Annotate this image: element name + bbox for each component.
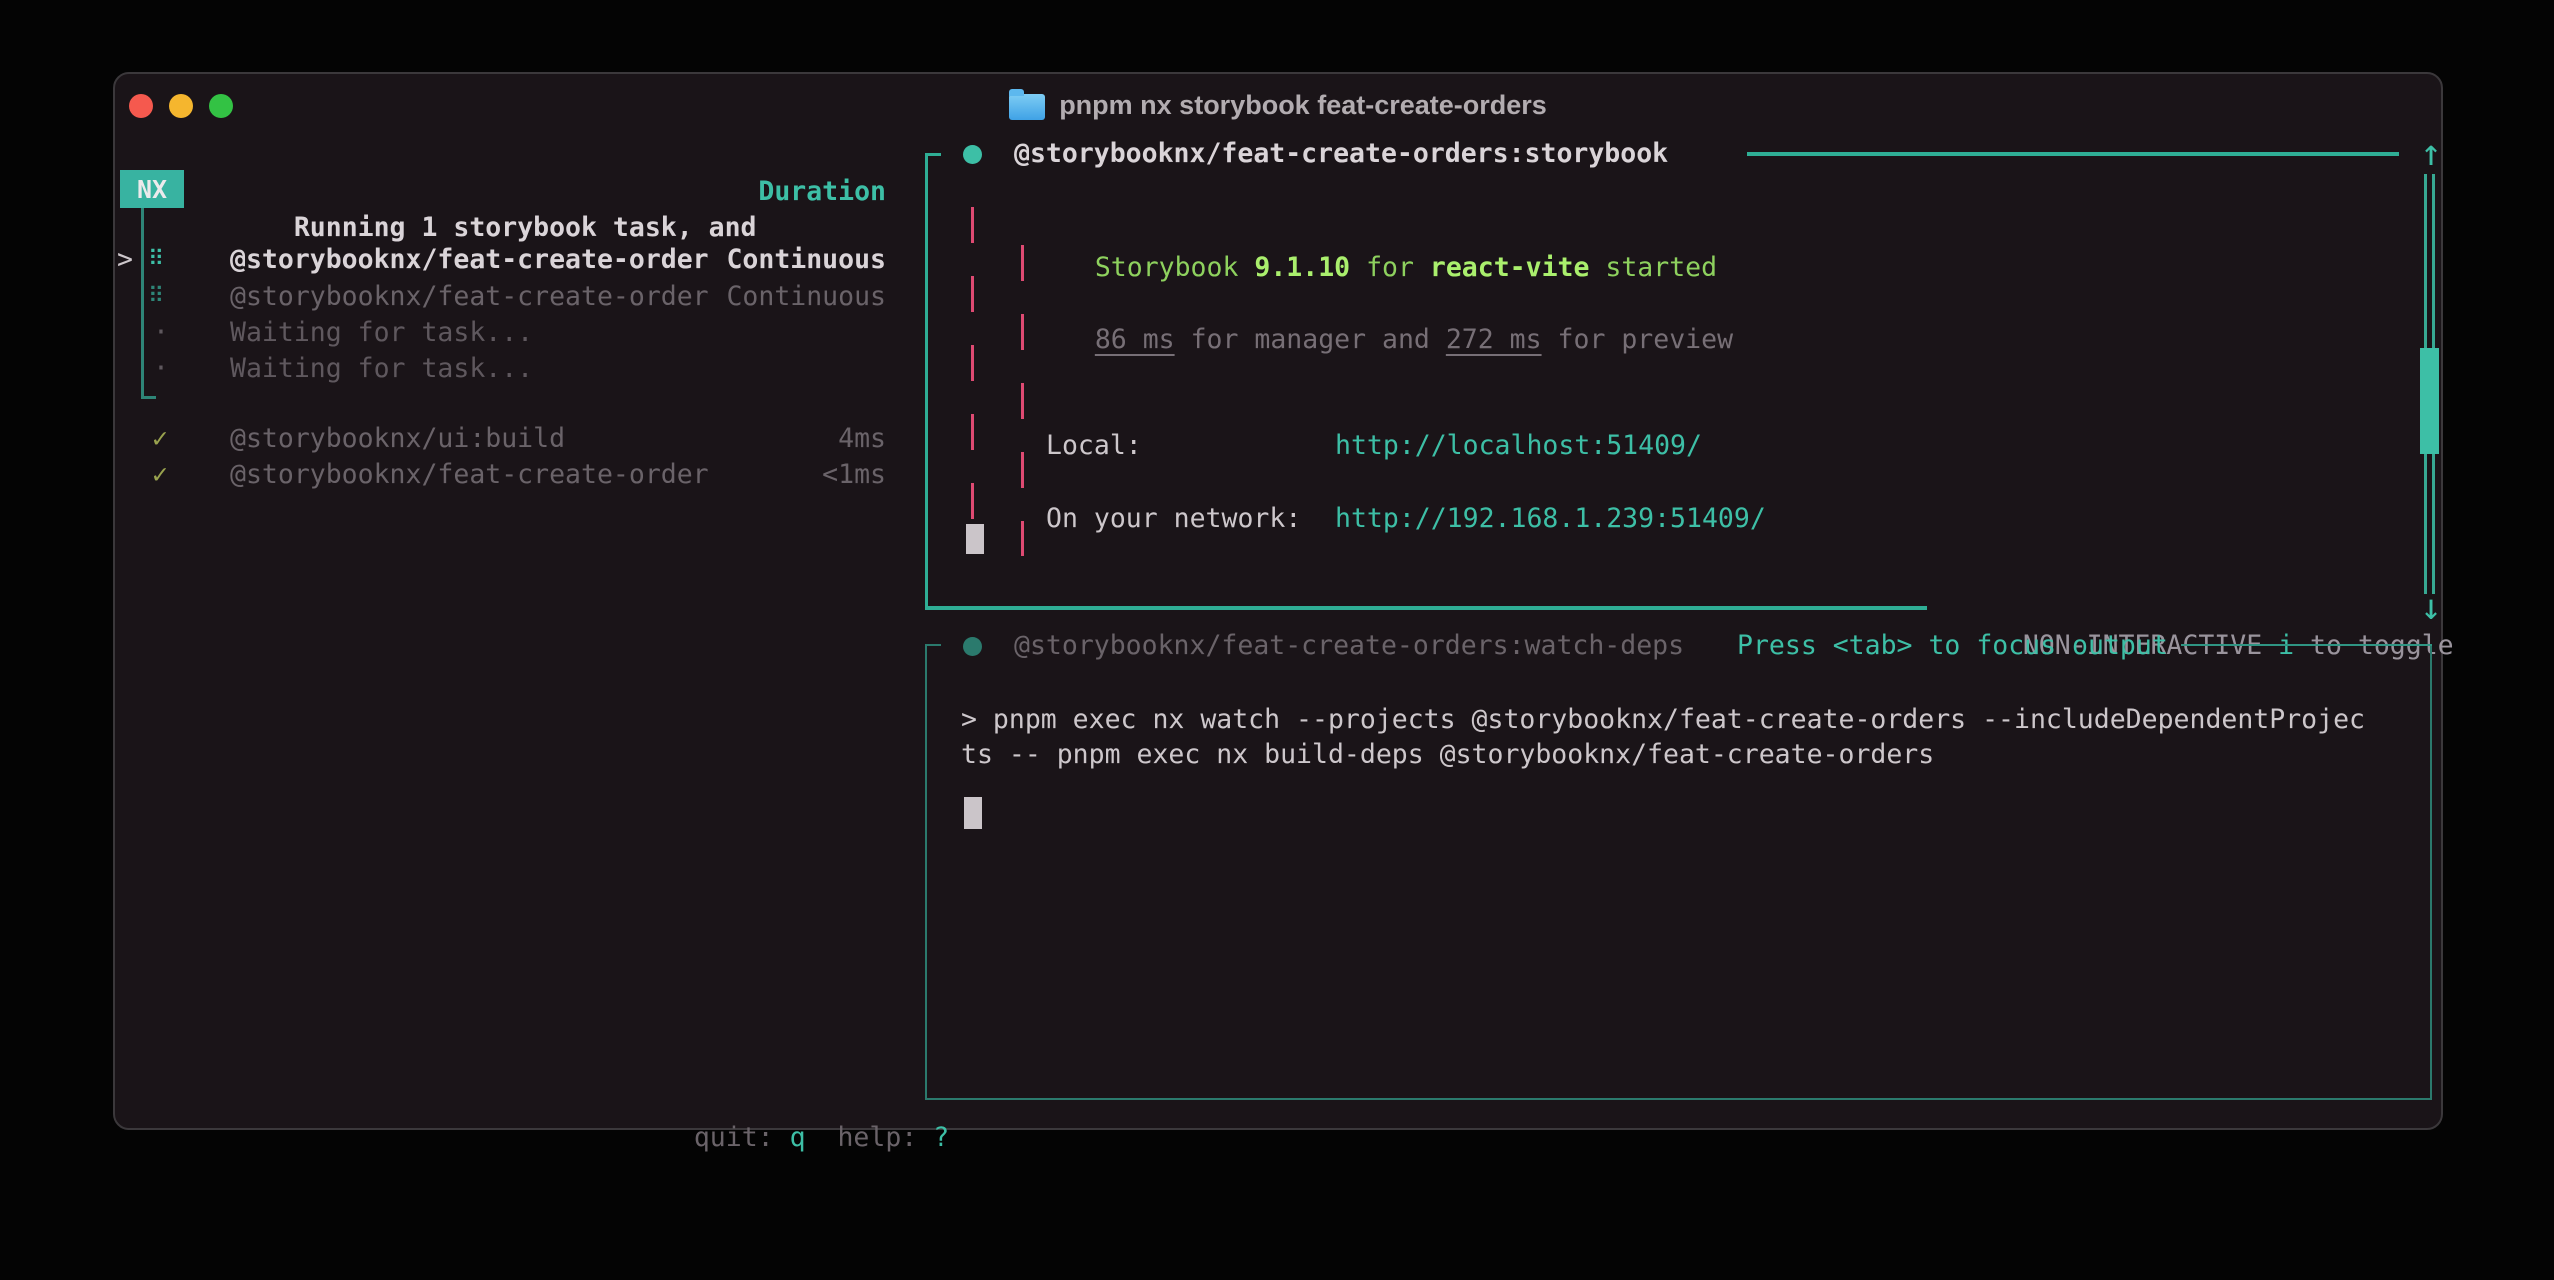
storybook-box-border-right — [1021, 245, 1024, 556]
storybook-panel-border — [925, 606, 1927, 610]
terminal-cursor — [964, 797, 982, 829]
keybinding-hints: quit: q help: ? — [630, 1084, 949, 1120]
focus-output-hint: Press <tab> to focus output — [1737, 628, 2168, 664]
help-hint-label: help: — [837, 1122, 917, 1153]
storybook-panel-title: @storybooknx/feat-create-orders:storyboo… — [1014, 136, 1668, 172]
storybook-panel-border — [1747, 152, 2399, 156]
waiting-dot-icon: · — [153, 315, 169, 351]
task-row[interactable]: Waiting for task... — [230, 315, 533, 351]
non-interactive-status: NON-INTERACTIVE i to toggle — [1959, 592, 2454, 628]
task-row[interactable]: @storybooknx/feat-create-order — [230, 457, 709, 493]
duration-column-header: Duration — [758, 174, 886, 210]
task-duration: <1ms — [822, 457, 886, 493]
check-icon: ✓ — [152, 421, 168, 457]
task-row[interactable]: @storybooknx/feat-create-order — [230, 242, 709, 278]
task-tree-line — [141, 208, 144, 398]
task-status: Continuous — [726, 279, 886, 315]
minimize-button[interactable] — [169, 94, 193, 118]
zoom-button[interactable] — [209, 94, 233, 118]
folder-icon — [1009, 94, 1045, 120]
storybook-timing-line: 86 ms for manager and 272 ms for preview — [1031, 286, 1733, 322]
quit-hint-label: quit: — [694, 1122, 774, 1153]
task-row[interactable]: @storybooknx/feat-create-order — [230, 279, 709, 315]
task-duration: 4ms — [838, 421, 886, 457]
waiting-dot-icon: · — [153, 351, 169, 387]
spinner-icon: ⠿ — [148, 279, 164, 315]
network-url-link[interactable]: http://192.168.1.239:51409/ — [1335, 501, 1766, 537]
task-bullet-icon — [963, 145, 982, 164]
scroll-up-icon[interactable]: ↑ — [2411, 136, 2451, 172]
storybook-started-line: Storybook 9.1.10 for react-vite started — [1031, 214, 1717, 250]
local-url-link[interactable]: http://localhost:51409/ — [1335, 428, 1702, 464]
scroll-down-icon[interactable]: ↓ — [2411, 590, 2451, 626]
task-tree-corner — [141, 396, 156, 399]
command-output-line: > pnpm exec nx watch --projects @storybo… — [961, 702, 2365, 738]
terminal-window: pnpm nx storybook feat-create-orders NX … — [113, 72, 2443, 1130]
watch-deps-panel-border — [2181, 644, 2432, 646]
quit-key: q — [790, 1122, 806, 1153]
close-button[interactable] — [129, 94, 153, 118]
task-row[interactable]: @storybooknx/ui:build — [230, 421, 565, 457]
network-url-label: On your network: — [1046, 501, 1301, 537]
storybook-panel-border — [925, 153, 928, 610]
help-key: ? — [933, 1122, 949, 1153]
selection-cursor: > — [117, 242, 133, 278]
storybook-box-border-left — [971, 207, 974, 523]
task-bullet-icon — [963, 637, 982, 656]
task-status: Continuous — [726, 242, 886, 278]
watch-deps-panel-title: @storybooknx/feat-create-orders:watch-de… — [1014, 628, 1684, 664]
titlebar: pnpm nx storybook feat-create-orders — [115, 74, 2441, 136]
scrollbar-thumb[interactable] — [2420, 348, 2439, 454]
spinner-icon: ⠿ — [148, 242, 164, 278]
window-title: pnpm nx storybook feat-create-orders — [1059, 90, 1547, 121]
task-row[interactable]: Waiting for task... — [230, 351, 533, 387]
traffic-lights — [129, 94, 233, 118]
task-list-header: Running 1 storybook task, and — [230, 174, 757, 210]
watch-deps-panel-border — [925, 644, 941, 646]
command-output-line: ts -- pnpm exec nx build-deps @storybook… — [961, 737, 1934, 773]
nx-logo-badge: NX — [120, 170, 184, 208]
check-icon: ✓ — [152, 457, 168, 493]
local-url-label: Local: — [1046, 428, 1142, 464]
terminal-cursor — [966, 524, 984, 554]
